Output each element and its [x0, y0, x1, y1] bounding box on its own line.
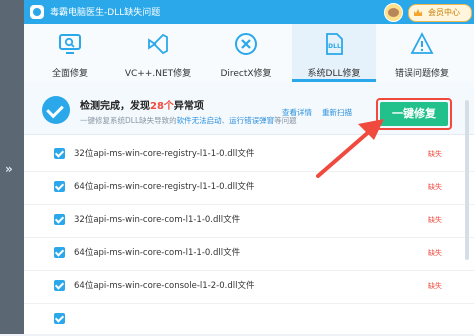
svg-text:DLL: DLL: [328, 43, 341, 50]
dll-list-item: 64位api-ms-win-core-com-l1-1-0.dll文件 缺失: [24, 237, 474, 271]
dll-file-name: 64位api-ms-win-core-com-l1-1-0.dll文件: [74, 248, 241, 258]
scan-complete-check-icon: [42, 96, 70, 124]
dll-list-item: 32位api-ms-win-core-registry-l1-1-0.dll文件…: [24, 138, 474, 172]
tab-vc-net-repair[interactable]: VC++.NET修复: [116, 24, 200, 82]
item-checkbox[interactable]: [54, 214, 65, 225]
visual-studio-icon: [148, 33, 168, 55]
user-avatar[interactable]: [384, 3, 403, 22]
window-title: 毒霸电脑医生-DLL缺失问题: [50, 8, 161, 18]
collapsed-sidebar[interactable]: »: [0, 0, 24, 334]
dll-list-item: 32位api-ms-win-core-com-l1-1-0.dll文件 缺失: [24, 204, 474, 238]
dll-status: 缺失: [428, 150, 442, 158]
dll-file-name: 64位api-ms-win-core-registry-l1-1-0.dll文件: [74, 182, 255, 192]
tab-directx-repair[interactable]: DirectX修复: [204, 24, 288, 82]
tab-label: VC++.NET修复: [124, 69, 192, 79]
dll-status: 缺失: [428, 216, 442, 224]
dll-file-name: 32位api-ms-win-core-com-l1-1-0.dll文件: [74, 215, 241, 225]
tab-label: 全面修复: [51, 69, 88, 79]
tab-label: 错误问题修复: [394, 69, 449, 79]
directx-icon: [235, 33, 257, 55]
monitor-scan-icon: [59, 34, 81, 54]
member-center-label: 会员中心: [428, 8, 460, 17]
item-checkbox[interactable]: [54, 247, 65, 258]
summary-suffix: 异常项: [173, 101, 204, 112]
scan-result-panel: 检测完成，发现28个异常项 一键修复系统DLL缺失导致的软件无法启动、运行错误弹…: [24, 82, 474, 334]
dll-list-item-partial: [24, 303, 474, 336]
scan-summary-text: 检测完成，发现28个异常项: [80, 97, 204, 112]
scan-summary-banner: 检测完成，发现28个异常项 一键修复系统DLL缺失导致的软件无法启动、运行错误弹…: [24, 82, 474, 135]
repair-button-highlight: 一键修复: [376, 98, 452, 130]
tab-full-repair[interactable]: 全面修复: [28, 24, 112, 82]
scan-subtext: 一键修复系统DLL缺失导致的软件无法启动、运行错误弹窗等问题: [80, 115, 297, 126]
dll-status: 缺失: [428, 183, 442, 191]
item-checkbox[interactable]: [54, 313, 65, 324]
member-center-button[interactable]: 会员中心: [408, 4, 472, 22]
title-bar: 毒霸电脑医生-DLL缺失问题 会员中心: [24, 0, 474, 24]
app-logo-icon: [30, 5, 44, 19]
view-details-link[interactable]: 查看详情: [282, 107, 312, 118]
dll-file-name: 32位api-ms-win-core-registry-l1-1-0.dll文件: [74, 149, 255, 159]
expand-chevron-icon[interactable]: »: [5, 162, 13, 176]
rescan-link[interactable]: 重新扫描: [322, 107, 352, 118]
subtext-prefix: 一键修复系统DLL缺失导致的: [80, 116, 177, 125]
item-checkbox[interactable]: [54, 280, 65, 291]
item-checkbox[interactable]: [54, 148, 65, 159]
tab-error-repair[interactable]: 错误问题修复: [380, 24, 464, 82]
list-scrollbar[interactable]: [465, 100, 469, 260]
issue-count: 28个: [150, 101, 174, 112]
warning-icon: [410, 32, 434, 54]
subtext-link-error-popup[interactable]: 运行错误弹窗: [229, 116, 274, 125]
summary-prefix: 检测完成，发现: [80, 101, 150, 112]
dll-status: 缺失: [428, 282, 442, 290]
dll-list-item: 64位api-ms-win-core-registry-l1-1-0.dll文件…: [24, 171, 474, 205]
item-checkbox[interactable]: [54, 181, 65, 192]
tab-label: DirectX修复: [220, 69, 272, 79]
dll-status: 缺失: [428, 249, 442, 257]
one-click-repair-button[interactable]: 一键修复: [380, 102, 448, 126]
subtext-link-startup[interactable]: 软件无法启动: [177, 116, 222, 125]
repair-toolbar: 全面修复 VC++.NET修复 DirectX修复 DLL 系统DLL修复 错误…: [24, 24, 474, 83]
dll-file-icon: DLL: [326, 33, 343, 55]
tab-system-dll-repair[interactable]: DLL 系统DLL修复: [292, 24, 376, 82]
dll-file-name: 64位api-ms-win-core-console-l1-2-0.dll文件: [74, 281, 255, 291]
dll-list-item: 64位api-ms-win-core-console-l1-2-0.dll文件 …: [24, 270, 474, 304]
tab-label: 系统DLL修复: [307, 69, 361, 79]
